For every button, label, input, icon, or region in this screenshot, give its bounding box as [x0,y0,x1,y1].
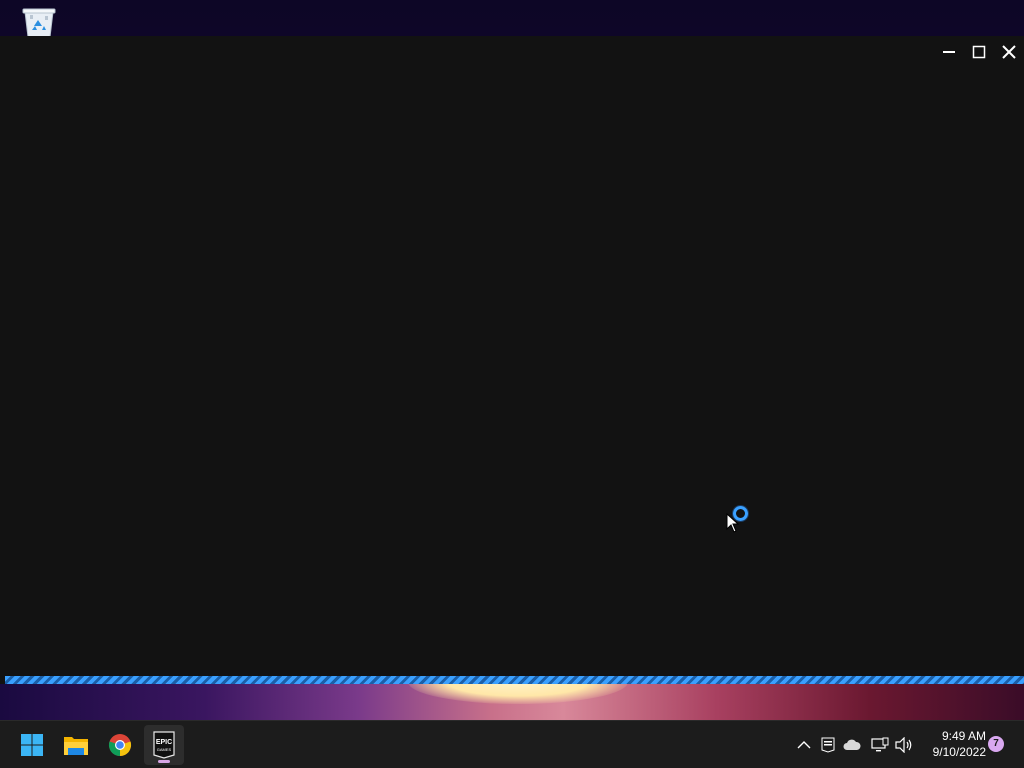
desktop [0,0,1024,720]
svg-text:EPIC: EPIC [156,739,172,746]
taskbar-clock[interactable]: 9:49 AM 9/10/2022 [918,728,986,760]
show-hidden-icons-button[interactable] [793,733,815,757]
minimize-icon [943,51,955,53]
folder-icon [64,737,88,755]
cloud-icon [843,739,861,750]
maximize-button[interactable] [964,36,994,68]
onedrive-button[interactable] [841,733,863,757]
chrome-icon [108,734,132,757]
loading-progress-bar [5,676,1024,684]
minimize-button[interactable] [934,36,964,68]
window-controls [934,36,1024,68]
close-icon [1002,45,1016,59]
clock-date: 9/10/2022 [932,745,986,759]
speaker-icon [895,737,912,753]
epic-games-tray-button[interactable] [817,733,839,757]
file-explorer-button[interactable] [56,725,96,765]
maximize-icon [972,45,986,59]
network-icon [871,737,889,752]
recycle-bin-icon[interactable] [20,6,58,38]
chevron-up-icon [797,741,811,749]
chrome-button[interactable] [100,725,140,765]
svg-text:GAMES: GAMES [157,747,172,752]
mouse-cursor-icon [726,512,740,533]
epic-games-icon: EPIC GAMES [153,731,175,759]
notification-count-badge[interactable]: 7 [988,736,1004,752]
volume-button[interactable] [893,733,915,757]
taskbar: EPIC GAMES [0,720,1024,768]
clock-time: 9:49 AM [941,729,986,743]
close-button[interactable] [994,36,1024,68]
start-button[interactable] [12,725,52,765]
network-button[interactable] [869,733,891,757]
active-app-indicator [158,760,170,763]
epic-games-tray-icon [821,737,835,753]
windows-start-icon [21,734,43,756]
epic-games-launcher-window [0,36,1024,684]
epic-games-launcher-button[interactable]: EPIC GAMES [144,725,184,765]
